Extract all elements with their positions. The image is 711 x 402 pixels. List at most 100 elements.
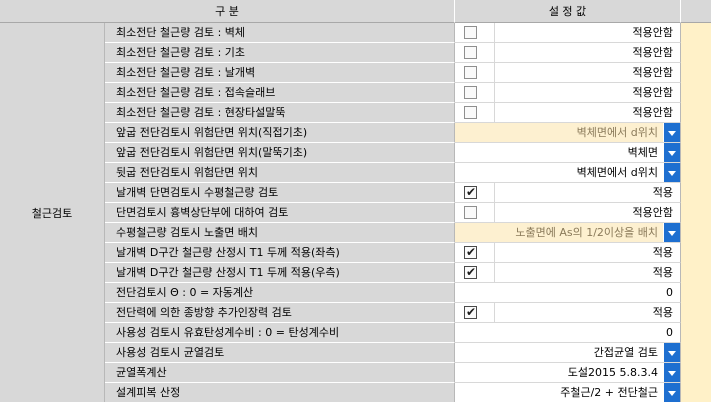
checkbox-unchecked[interactable] (464, 26, 477, 39)
setting-number-input[interactable]: 0 (455, 323, 681, 343)
settings-row: 사용성 검토시 유효탄성계수비 : 0 = 탄성계수비 0 (105, 323, 711, 343)
checkbox-state-text: 적용 (652, 186, 673, 199)
setting-checkbox-cell[interactable]: ✔ 적용 (455, 303, 681, 323)
settings-row: 앞굽 전단검토시 위험단면 위치(말뚝기초) 벽체면 (105, 143, 711, 163)
settings-row: 수평철근량 검토시 노출면 배치 노출면에 As의 1/2이상을 배치 (105, 223, 711, 243)
checkbox-container[interactable] (455, 63, 495, 82)
checkbox-container[interactable]: ✔ (455, 183, 495, 202)
check-mark-icon: ✔ (465, 185, 477, 199)
extra-cell (681, 363, 711, 383)
extra-cell (681, 343, 711, 363)
setting-label: 최소전단 철근량 검토 : 기초 (105, 43, 455, 63)
setting-label: 날개벽 D구간 철근량 산정시 T1 두께 적용(우측) (105, 263, 455, 283)
dropdown-arrow-icon (663, 223, 680, 242)
setting-label: 날개벽 D구간 철근량 산정시 T1 두께 적용(좌측) (105, 243, 455, 263)
dropdown-arrow-icon (663, 123, 680, 142)
setting-dropdown[interactable]: 간접균열 검토 (455, 343, 681, 363)
setting-dropdown[interactable]: 벽체면에서 d위치 (455, 163, 681, 183)
dropdown-arrow-icon[interactable] (663, 363, 680, 382)
setting-label: 최소전단 철근량 검토 : 접속슬래브 (105, 83, 455, 103)
extra-cell (681, 263, 711, 283)
setting-checkbox-cell[interactable]: ✔ 적용 (455, 183, 681, 203)
checkbox-unchecked[interactable] (464, 86, 477, 99)
dropdown-selected-value: 간접균열 검토 (593, 346, 658, 359)
dropdown-arrow-icon[interactable] (663, 143, 680, 162)
setting-label: 뒷굽 전단검토시 위험단면 위치 (105, 163, 455, 183)
setting-dropdown[interactable]: 도설2015 5.8.3.4 (455, 363, 681, 383)
setting-checkbox-cell[interactable]: ✔ 적용 (455, 263, 681, 283)
dropdown-selected-value: 도설2015 5.8.3.4 (567, 366, 658, 379)
extra-cell (681, 243, 711, 263)
extra-cell (681, 203, 711, 223)
checkbox-state-text: 적용안함 (632, 26, 673, 39)
checkbox-container[interactable] (455, 83, 495, 102)
checkbox-state-text: 적용안함 (632, 66, 673, 79)
dropdown-selected-value: 주철근/2 + 전단철근 (560, 386, 658, 399)
checkbox-unchecked[interactable] (464, 106, 477, 119)
checkbox-unchecked[interactable] (464, 206, 477, 219)
checkbox-unchecked[interactable] (464, 46, 477, 59)
checkbox-container[interactable]: ✔ (455, 263, 495, 282)
dropdown-arrow-icon[interactable] (663, 343, 680, 362)
checkbox-checked[interactable]: ✔ (464, 265, 477, 279)
extra-cell (681, 303, 711, 323)
checkbox-container[interactable] (455, 43, 495, 62)
setting-label: 최소전단 철근량 검토 : 벽체 (105, 23, 455, 43)
checkbox-checked[interactable]: ✔ (464, 305, 477, 319)
checkbox-checked[interactable]: ✔ (464, 185, 477, 199)
setting-checkbox-cell[interactable]: 적용안함 (455, 43, 681, 63)
setting-dropdown[interactable]: 벽체면 (455, 143, 681, 163)
checkbox-state-text: 적용 (652, 246, 673, 259)
setting-label: 사용성 검토시 균열검토 (105, 343, 455, 363)
setting-number-input[interactable]: 0 (455, 283, 681, 303)
checkbox-container[interactable]: ✔ (455, 303, 495, 322)
checkbox-checked[interactable]: ✔ (464, 245, 477, 259)
settings-row: 단면검토시 흉벽상단부에 대하여 검토 적용안함 (105, 203, 711, 223)
number-value: 0 (666, 326, 673, 339)
setting-label: 전단력에 의한 종방향 추가인장력 검토 (105, 303, 455, 323)
header-category-column: 구 분 (0, 0, 455, 23)
extra-cell (681, 323, 711, 343)
setting-checkbox-cell[interactable]: 적용안함 (455, 203, 681, 223)
extra-cell (681, 23, 711, 43)
extra-cell (681, 83, 711, 103)
check-mark-icon: ✔ (465, 245, 477, 259)
setting-dropdown[interactable]: 주철근/2 + 전단철근 (455, 383, 681, 402)
extra-cell (681, 63, 711, 83)
dropdown-arrow-icon[interactable] (663, 163, 680, 182)
setting-checkbox-cell[interactable]: ✔ 적용 (455, 243, 681, 263)
checkbox-container[interactable] (455, 23, 495, 42)
checkbox-container[interactable]: ✔ (455, 243, 495, 262)
setting-checkbox-cell[interactable]: 적용안함 (455, 103, 681, 123)
setting-label: 설계피복 산정 (105, 383, 455, 402)
setting-checkbox-cell[interactable]: 적용안함 (455, 23, 681, 43)
header-extra-column (681, 0, 711, 23)
setting-label: 단면검토시 흉벽상단부에 대하여 검토 (105, 203, 455, 223)
checkbox-unchecked[interactable] (464, 66, 477, 79)
extra-cell (681, 123, 711, 143)
setting-label: 앞굽 전단검토시 위험단면 위치(직접기초) (105, 123, 455, 143)
checkbox-state-text: 적용안함 (632, 46, 673, 59)
checkbox-state-text: 적용 (652, 306, 673, 319)
checkbox-state-text: 적용 (652, 266, 673, 279)
settings-row: 최소전단 철근량 검토 : 접속슬래브 적용안함 (105, 83, 711, 103)
settings-row: 사용성 검토시 균열검토 간접균열 검토 (105, 343, 711, 363)
checkbox-container[interactable] (455, 203, 495, 222)
settings-row: 최소전단 철근량 검토 : 날개벽 적용안함 (105, 63, 711, 83)
header-value-column: 설 정 값 (455, 0, 681, 23)
setting-label: 균열폭계산 (105, 363, 455, 383)
setting-dropdown: 벽체면에서 d위치 (455, 123, 681, 143)
settings-row: 전단력에 의한 종방향 추가인장력 검토 ✔ 적용 (105, 303, 711, 323)
setting-dropdown: 노출면에 As의 1/2이상을 배치 (455, 223, 681, 243)
category-cell: 철근검토 (0, 23, 105, 402)
settings-row: 앞굽 전단검토시 위험단면 위치(직접기초) 벽체면에서 d위치 (105, 123, 711, 143)
settings-row: 뒷굽 전단검토시 위험단면 위치 벽체면에서 d위치 (105, 163, 711, 183)
setting-checkbox-cell[interactable]: 적용안함 (455, 63, 681, 83)
extra-cell (681, 223, 711, 243)
dropdown-arrow-icon[interactable] (663, 383, 680, 402)
dropdown-selected-value: 벽체면에서 d위치 (576, 126, 658, 139)
checkbox-container[interactable] (455, 103, 495, 122)
setting-checkbox-cell[interactable]: 적용안함 (455, 83, 681, 103)
extra-cell (681, 103, 711, 123)
dropdown-selected-value: 벽체면에서 d위치 (576, 166, 658, 179)
